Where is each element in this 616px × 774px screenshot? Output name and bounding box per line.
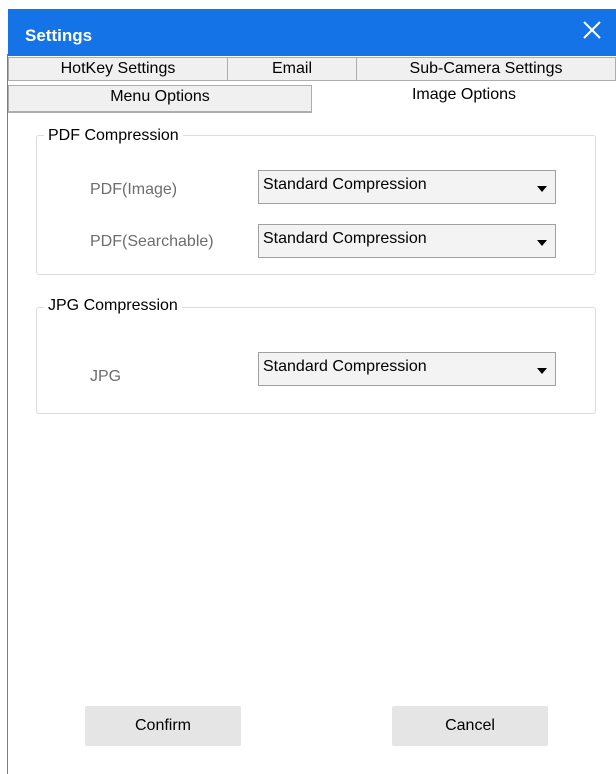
chevron-down-icon [537, 240, 547, 246]
jpg-compression-legend: JPG Compression [44, 297, 182, 315]
jpg-label: JPG [90, 368, 122, 385]
chevron-down-icon [537, 186, 547, 192]
pdf-compression-legend: PDF Compression [44, 127, 183, 145]
jpg-value: Standard Compression [263, 358, 427, 375]
close-icon [583, 21, 601, 39]
window-border [7, 54, 8, 774]
pdf-searchable-value: Standard Compression [263, 230, 427, 247]
cancel-button[interactable]: Cancel [392, 706, 548, 746]
tab-body-border [8, 112, 312, 113]
pdf-searchable-select[interactable]: Standard Compression [258, 224, 556, 258]
close-button[interactable] [574, 12, 610, 48]
title-bar [8, 9, 616, 56]
tab-hotkey-settings[interactable]: HotKey Settings [8, 57, 228, 81]
tab-email[interactable]: Email [227, 57, 357, 81]
tab-image-options[interactable]: Image Options [312, 84, 616, 108]
pdf-image-select[interactable]: Standard Compression [258, 170, 556, 204]
tab-menu-options[interactable]: Menu Options [8, 85, 312, 112]
pdf-image-value: Standard Compression [263, 176, 427, 193]
pdf-searchable-label: PDF(Searchable) [90, 233, 214, 250]
confirm-button[interactable]: Confirm [85, 706, 241, 746]
jpg-select[interactable]: Standard Compression [258, 352, 556, 386]
chevron-down-icon [537, 368, 547, 374]
window-title: Settings [25, 26, 93, 45]
pdf-image-label: PDF(Image) [90, 181, 178, 198]
settings-dialog: Settings HotKey Settings Email Sub-Camer… [0, 0, 616, 774]
tab-sub-camera-settings[interactable]: Sub-Camera Settings [356, 57, 616, 81]
